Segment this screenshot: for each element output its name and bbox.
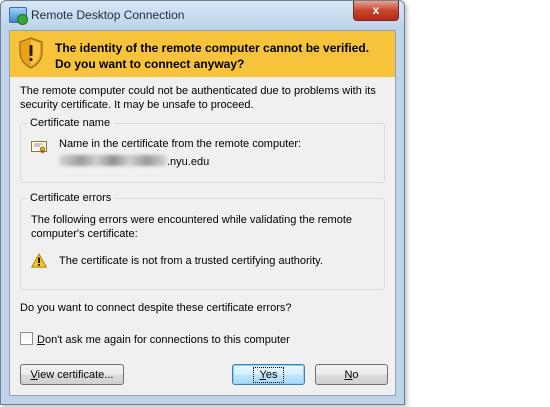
redacted-hostname — [59, 155, 167, 166]
connect-question: Do you want to connect despite these cer… — [20, 302, 292, 314]
view-mnemonic: V — [30, 369, 38, 381]
no-button[interactable]: No — [315, 364, 388, 385]
dont-ask-label: on't ask me again for connections to thi… — [44, 334, 290, 346]
remote-desktop-icon — [9, 7, 28, 25]
view-certificate-button[interactable]: View certificate... — [20, 364, 124, 385]
certificate-name-group: Certificate name Name in the certificate… — [20, 117, 385, 183]
dont-ask-mnemonic: D — [37, 334, 45, 346]
remote-desktop-dialog: Remote Desktop Connection x The identity… — [0, 0, 405, 405]
window-title: Remote Desktop Connection — [31, 8, 185, 22]
warning-icon — [31, 253, 47, 268]
errors-description: The following errors were encountered wh… — [31, 214, 353, 240]
certificate-icon — [31, 141, 47, 154]
checkbox-box[interactable] — [20, 332, 33, 345]
yes-button[interactable]: Yes — [232, 364, 305, 385]
host-suffix: .nyu.edu — [167, 156, 210, 168]
dont-ask-again-checkbox[interactable]: Don't ask me again for connections to th… — [20, 332, 290, 346]
dialog-body: The identity of the remote computer cann… — [9, 30, 396, 396]
banner-message: The identity of the remote computer cann… — [55, 41, 370, 71]
certificate-error-item: The certificate is not from a trusted ce… — [59, 255, 323, 267]
warning-banner: The identity of the remote computer cann… — [10, 31, 395, 77]
view-label: iew certificate... — [37, 369, 114, 381]
certificate-host: .nyu.edu — [59, 155, 209, 168]
certificate-name-label: Name in the certificate from the remote … — [59, 138, 302, 150]
certificate-errors-legend: Certificate errors — [27, 192, 115, 204]
close-button[interactable]: x — [353, 1, 399, 21]
certificate-name-legend: Certificate name — [27, 117, 114, 129]
title-bar[interactable]: Remote Desktop Connection x — [1, 1, 404, 30]
yes-label: es — [265, 369, 278, 381]
no-label: o — [352, 369, 359, 381]
yes-focus-rect: Yes — [252, 367, 285, 383]
intro-text: The remote computer could not be authent… — [20, 85, 376, 111]
security-shield-warning-icon — [19, 37, 43, 69]
certificate-errors-group: Certificate errors The following errors … — [20, 192, 385, 290]
